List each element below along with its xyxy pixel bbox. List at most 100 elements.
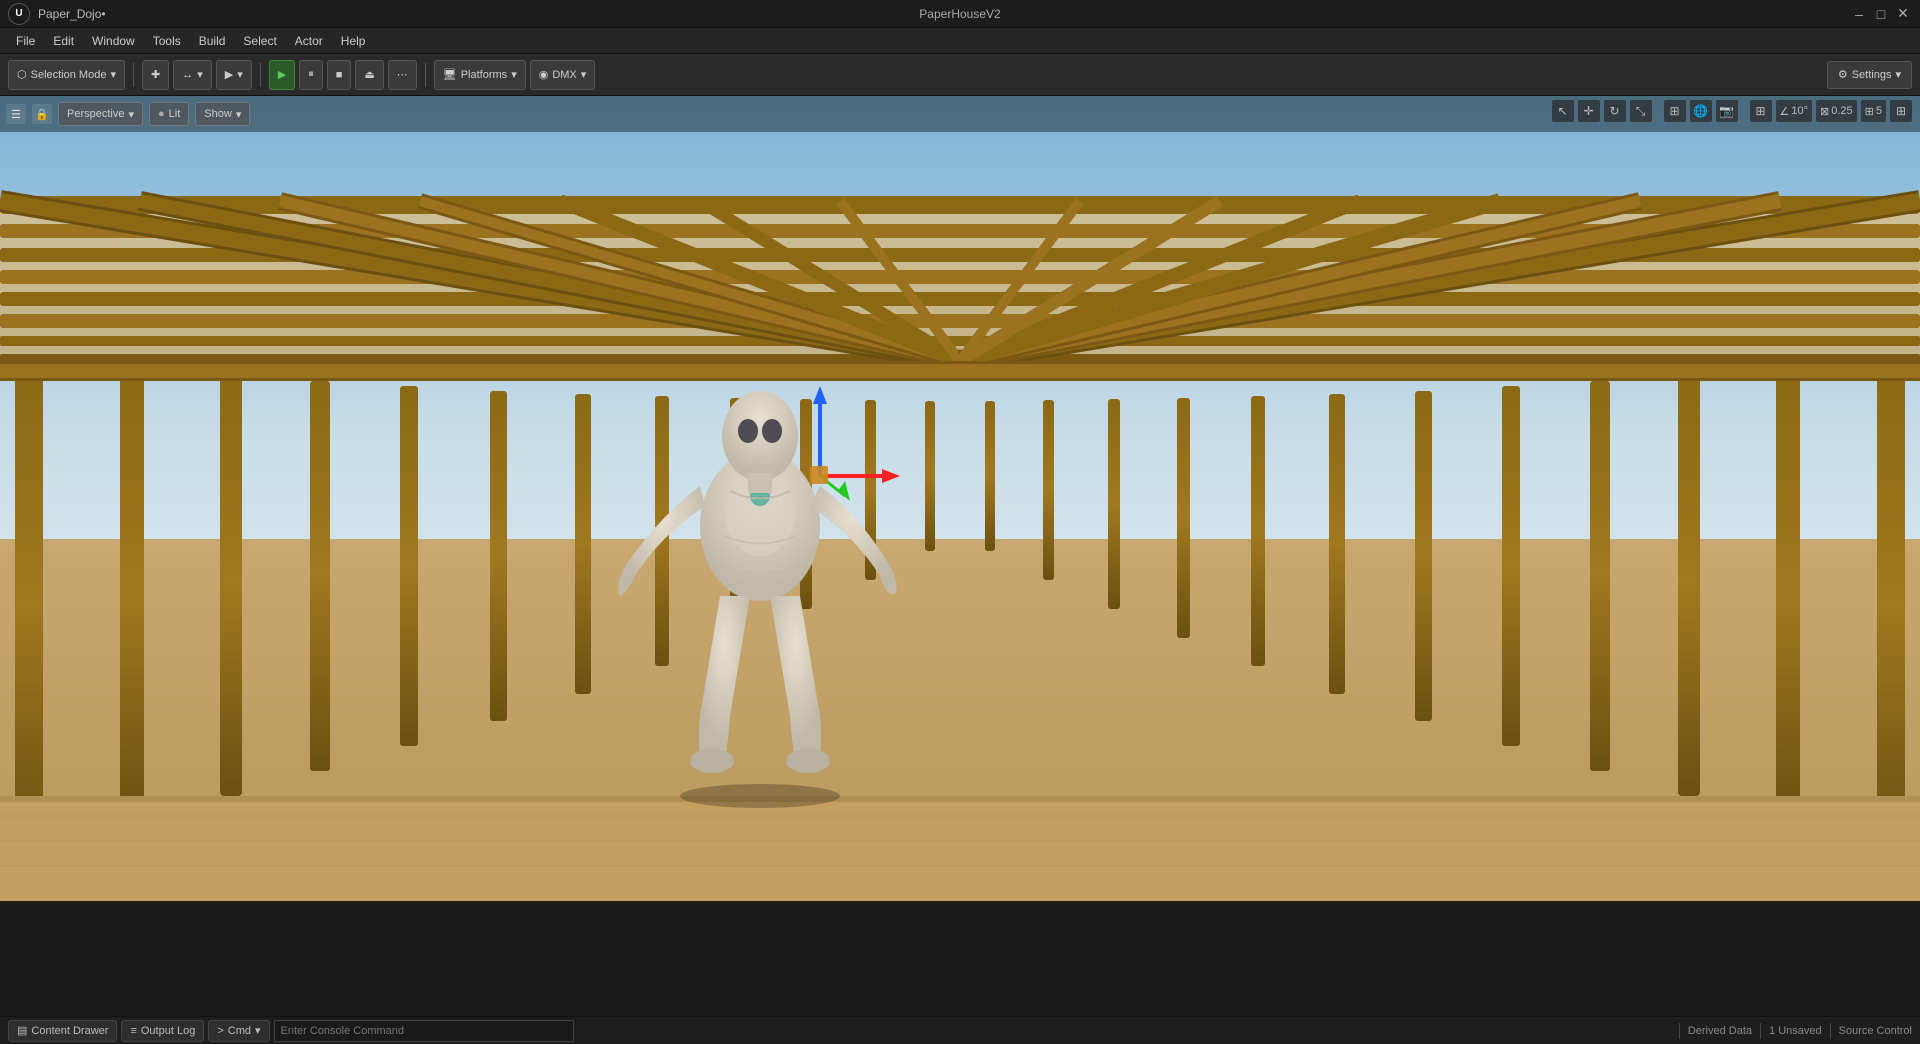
num-icon: ⊞: [1865, 105, 1874, 118]
layout-icon[interactable]: ⊞: [1890, 100, 1912, 122]
dmx-dropdown: ▾: [581, 68, 587, 81]
eject-icon: ⏏: [364, 68, 374, 81]
perspective-dropdown: ▾: [128, 108, 134, 121]
angle-value: 10°: [1791, 105, 1808, 117]
grid-icon[interactable]: ⊞: [1664, 100, 1686, 122]
source-control-label: Source Control: [1839, 1025, 1912, 1037]
viewport-scene: ☰ 🔒 Perspective ▾ ● Lit Show ▾ ↖ ✛ ↻ ⤡: [0, 96, 1920, 901]
menu-build[interactable]: Build: [191, 32, 234, 50]
anim-icon: ▶: [225, 68, 233, 81]
bamboo-structure: [0, 96, 1920, 901]
status-divider-3: [1830, 1023, 1831, 1039]
show-dropdown: ▾: [236, 108, 242, 121]
play-icon: ▶: [278, 68, 286, 81]
settings-dropdown: ▾: [1895, 68, 1901, 81]
settings-button[interactable]: ⚙ Settings ▾: [1827, 61, 1912, 89]
menu-edit[interactable]: Edit: [45, 32, 82, 50]
anim-dropdown: ▾: [237, 68, 243, 81]
stop-icon: ■: [336, 69, 343, 81]
add-button[interactable]: ✚: [142, 60, 169, 90]
transform-group[interactable]: ↔ ▾: [173, 60, 212, 90]
menu-tools[interactable]: Tools: [145, 32, 189, 50]
menu-select[interactable]: Select: [235, 32, 284, 50]
cursor-icon: ⬡: [17, 68, 27, 81]
status-divider-1: [1679, 1023, 1680, 1039]
dmx-label: DMX: [552, 69, 576, 81]
unsaved-label: 1 Unsaved: [1769, 1025, 1822, 1037]
output-log-button[interactable]: ≡ Output Log: [121, 1020, 204, 1042]
derived-data-label: Derived Data: [1688, 1025, 1752, 1037]
menu-file[interactable]: File: [8, 32, 43, 50]
globe-icon[interactable]: 🌐: [1690, 100, 1712, 122]
close-button[interactable]: ✕: [1894, 5, 1912, 23]
drawer-icon: ▤: [17, 1024, 27, 1037]
viewport[interactable]: ☰ 🔒 Perspective ▾ ● Lit Show ▾ ↖ ✛ ↻ ⤡: [0, 96, 1920, 901]
angle-group[interactable]: ∠ 10°: [1776, 100, 1813, 122]
scale-value: 0.25: [1831, 105, 1852, 117]
move-icon[interactable]: ✛: [1578, 100, 1600, 122]
project-name: Paper_Dojo•: [38, 7, 106, 21]
platform-icon: 🖥: [443, 68, 457, 81]
separator-2: [260, 63, 261, 87]
play-button[interactable]: ▶: [269, 60, 295, 90]
title-bar-controls: – □ ✕: [1850, 5, 1912, 23]
eject-button[interactable]: ⏏: [355, 60, 383, 90]
cmd-dropdown: ▾: [255, 1024, 261, 1037]
num-group[interactable]: ⊞ 5: [1861, 100, 1886, 122]
cmd-button[interactable]: > Cmd ▾: [208, 1020, 269, 1042]
add-icon: ✚: [151, 68, 160, 81]
lit-label: Lit: [169, 108, 181, 120]
lit-button[interactable]: ● Lit: [149, 102, 189, 126]
anim-group[interactable]: ▶ ▾: [216, 60, 252, 90]
show-button[interactable]: Show ▾: [195, 102, 250, 126]
content-drawer-button[interactable]: ▤ Content Drawer: [8, 1020, 117, 1042]
angle-icon: ∠: [1780, 105, 1790, 118]
menu-bar: File Edit Window Tools Build Select Acto…: [0, 28, 1920, 54]
dmx-button[interactable]: ◉ DMX ▾: [530, 60, 596, 90]
console-input[interactable]: [274, 1020, 574, 1042]
platforms-dropdown: ▾: [511, 68, 517, 81]
more-icon: ⋯: [397, 68, 408, 81]
cmd-icon: >: [217, 1025, 223, 1037]
platforms-label: Platforms: [461, 69, 507, 81]
scale-icon: ⊠: [1820, 105, 1829, 118]
viewport-menu-icon[interactable]: ☰: [6, 104, 26, 124]
menu-actor[interactable]: Actor: [287, 32, 331, 50]
perspective-button[interactable]: Perspective ▾: [58, 102, 143, 126]
viewport-lock-icon[interactable]: 🔒: [32, 104, 52, 124]
maximize-button[interactable]: □: [1872, 5, 1890, 23]
camera-icon[interactable]: 📷: [1716, 100, 1738, 122]
dmx-icon: ◉: [539, 68, 549, 81]
scale-group[interactable]: ⊠ 0.25: [1816, 100, 1857, 122]
separator-1: [133, 63, 134, 87]
menu-window[interactable]: Window: [84, 32, 143, 50]
select-icon[interactable]: ↖: [1552, 100, 1574, 122]
ue-logo: U: [8, 3, 30, 25]
cmd-label: Cmd: [228, 1025, 251, 1037]
pause-icon: ⏸: [308, 68, 314, 81]
log-icon: ≡: [130, 1025, 136, 1037]
window-title: PaperHouseV2: [919, 7, 1000, 21]
scale-icon[interactable]: ⤡: [1630, 100, 1652, 122]
minimize-button[interactable]: –: [1850, 5, 1868, 23]
status-bar: ▤ Content Drawer ≡ Output Log > Cmd ▾ De…: [0, 1016, 1920, 1044]
platforms-button[interactable]: 🖥 Platforms ▾: [434, 60, 526, 90]
status-divider-2: [1760, 1023, 1761, 1039]
transform-icon: ↔: [182, 69, 193, 81]
gear-icon: ⚙: [1838, 68, 1848, 81]
selection-mode-button[interactable]: ⬡ Selection Mode ▾: [8, 60, 125, 90]
num-value: 5: [1876, 105, 1882, 117]
grid-snap-icon[interactable]: ⊞: [1750, 100, 1772, 122]
content-drawer-label: Content Drawer: [31, 1025, 108, 1037]
menu-help[interactable]: Help: [333, 32, 374, 50]
rotate-icon[interactable]: ↻: [1604, 100, 1626, 122]
settings-label: Settings: [1852, 69, 1892, 81]
play-more-button[interactable]: ⋯: [388, 60, 417, 90]
main-toolbar: ⬡ Selection Mode ▾ ✚ ↔ ▾ ▶ ▾ ▶ ⏸ ■ ⏏ ⋯ 🖥…: [0, 54, 1920, 96]
separator-3: [425, 63, 426, 87]
pause-button[interactable]: ⏸: [299, 60, 323, 90]
show-label: Show: [204, 108, 232, 120]
stop-button[interactable]: ■: [327, 60, 352, 90]
perspective-label: Perspective: [67, 108, 124, 120]
viewport-right-toolbar: ↖ ✛ ↻ ⤡ ⊞ 🌐 📷 ⊞ ∠ 10° ⊠ 0.25 ⊞ 5: [1552, 100, 1913, 122]
